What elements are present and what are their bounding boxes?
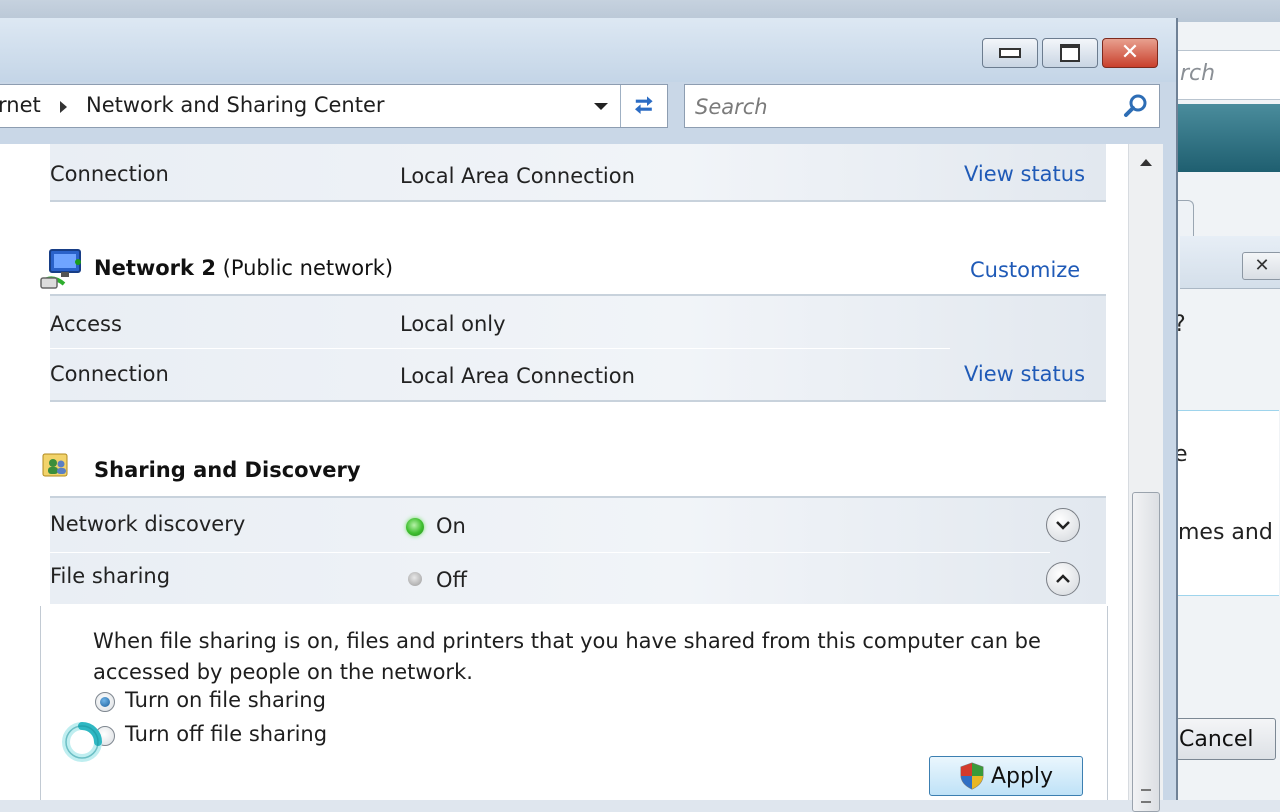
network1-connection-value: Local Area Connection [400,164,635,188]
status-off-icon [408,572,422,586]
network2-customize-link[interactable]: Customize [970,258,1080,282]
network1-view-status-link[interactable]: View status [964,162,1085,186]
scroll-thumb[interactable] [1132,492,1160,812]
status-on-icon [406,518,424,536]
turn-on-file-sharing-radio[interactable] [95,692,115,712]
network-discovery-value: On [436,514,466,538]
scroll-up-button[interactable] [1129,144,1163,180]
sharing-discovery-icon [42,453,68,477]
breadcrumb-previous[interactable]: rnet [0,93,41,117]
background-cancel-button[interactable]: Cancel [1176,718,1276,760]
close-button[interactable]: ✕ [1102,38,1158,68]
file-sharing-value: Off [436,568,467,592]
background-search-text: rch [1180,61,1216,86]
turn-off-file-sharing-label[interactable]: Turn off file sharing [125,722,327,746]
network2-access-label: Access [50,312,122,336]
content-pane: Connection Local Area Connection View st… [0,144,1128,800]
background-panel [1176,410,1279,596]
address-dropdown-icon[interactable] [594,103,608,110]
network2-access-value: Local only [400,312,506,336]
divider [50,348,950,349]
apply-label: Apply [990,763,1054,789]
scroll-up-icon [1140,158,1152,166]
minimize-button[interactable] [982,38,1038,68]
scroll-grip-icon [1141,789,1151,803]
chevron-down-icon [1056,521,1070,530]
divider [50,200,1106,202]
network2-name: Network 2 [94,256,216,280]
file-sharing-description: When file sharing is on, files and print… [93,629,1041,684]
network2-view-status-link[interactable]: View status [964,362,1085,386]
sharing-section-title: Sharing and Discovery [94,458,361,482]
background-search-box[interactable]: rch [1172,50,1280,100]
title-bar: ✕ [0,18,1176,82]
maximize-button[interactable] [1042,38,1098,68]
divider [50,400,1106,402]
network-icon [40,249,81,289]
network2-connection-label: Connection [50,362,169,386]
file-sharing-label: File sharing [50,564,171,588]
shield-icon [960,762,984,790]
network2-type: (Public network) [222,256,394,280]
background-text-fragment: mes and [1178,520,1273,545]
divider [50,552,1050,553]
close-icon: ✕ [1120,40,1140,65]
search-icon[interactable] [1123,93,1149,119]
apply-button[interactable]: Apply [929,756,1083,796]
network-discovery-label: Network discovery [50,512,246,536]
network1-connection-label: Connection [50,162,169,186]
search-input[interactable] [693,91,1117,123]
breadcrumb-arrow-icon[interactable] [60,101,67,113]
busy-cursor-icon [62,722,102,762]
minimize-icon [999,48,1021,58]
search-box[interactable] [684,84,1160,128]
file-sharing-panel: When file sharing is on, files and print… [40,606,1108,800]
address-bar[interactable]: rnet Network and Sharing Center [0,84,668,128]
chevron-up-icon [1056,574,1070,583]
maximize-icon [1060,44,1080,62]
refresh-icon [635,96,653,114]
refresh-button[interactable] [620,85,669,127]
vertical-scrollbar[interactable] [1128,144,1163,812]
collapse-file-sharing-button[interactable] [1046,562,1080,596]
network2-title: Network 2 (Public network) [94,256,393,280]
background-dialog-close-button[interactable]: ✕ [1242,252,1280,280]
expand-network-discovery-button[interactable] [1046,508,1080,542]
network-sharing-window: ✕ rnet Network and Sharing Center Connec… [0,18,1178,812]
turn-on-file-sharing-label[interactable]: Turn on file sharing [125,688,326,712]
breadcrumb-current[interactable]: Network and Sharing Center [86,93,385,117]
background-banner [1172,104,1280,172]
network2-connection-value: Local Area Connection [400,364,635,388]
